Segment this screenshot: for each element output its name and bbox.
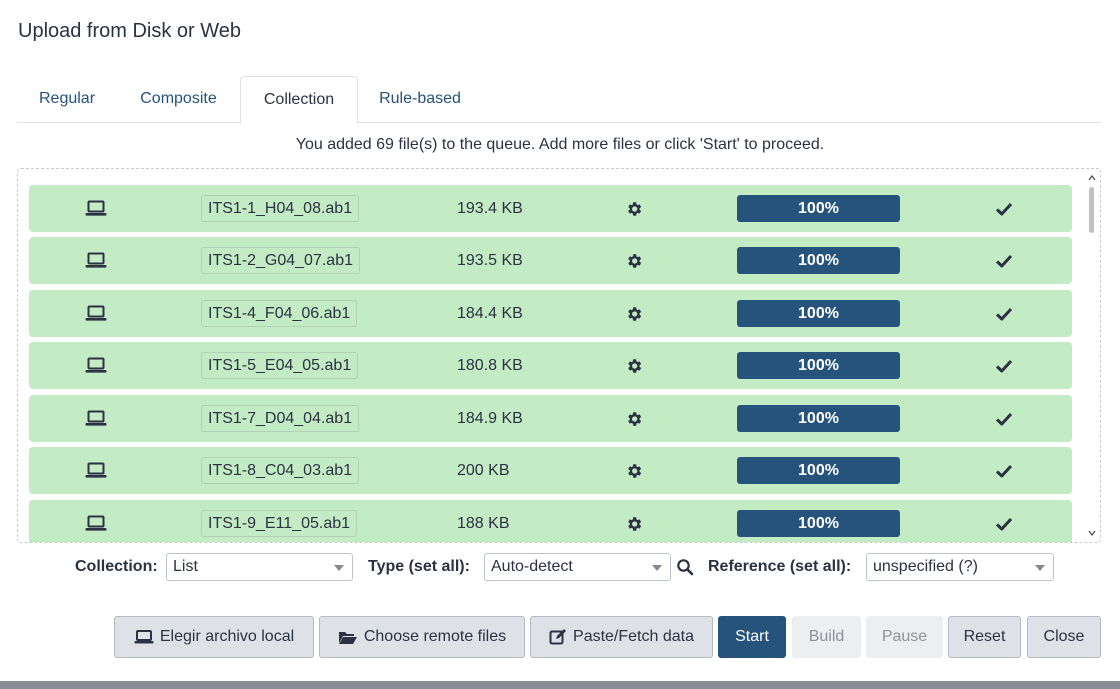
queue-row: ITS1-4_F04_06.ab1 184.4 KB 100% bbox=[29, 290, 1072, 337]
laptop-icon bbox=[134, 629, 154, 645]
queue-row: ITS1-1_H04_08.ab1 193.4 KB 100% bbox=[29, 185, 1072, 232]
progress-label: 100% bbox=[798, 462, 839, 479]
paste-fetch-label: Paste/Fetch data bbox=[573, 628, 694, 645]
progress-label: 100% bbox=[798, 305, 839, 322]
gear-icon[interactable] bbox=[623, 395, 645, 442]
gear-icon[interactable] bbox=[623, 237, 645, 284]
progress-label: 100% bbox=[798, 357, 839, 374]
laptop-icon bbox=[84, 290, 108, 337]
file-size: 184.9 KB bbox=[457, 409, 523, 427]
choose-remote-files-button[interactable]: Choose remote files bbox=[319, 616, 525, 658]
check-icon bbox=[992, 500, 1016, 542]
file-name-field[interactable]: ITS1-7_D04_04.ab1 bbox=[201, 405, 360, 432]
upload-progress-bar: 100% bbox=[737, 457, 900, 484]
folder-open-icon bbox=[338, 629, 358, 645]
reference-select[interactable]: unspecified (?) bbox=[866, 553, 1054, 581]
choose-local-file-label: Elegir archivo local bbox=[159, 628, 295, 645]
chevron-down-icon bbox=[652, 565, 662, 571]
progress-label: 100% bbox=[798, 515, 839, 532]
tab-rule-based[interactable]: Rule-based bbox=[365, 76, 475, 123]
gear-icon[interactable] bbox=[623, 500, 645, 542]
collection-label: Collection: bbox=[75, 558, 158, 575]
paste-fetch-button[interactable]: Paste/Fetch data bbox=[530, 616, 713, 658]
search-icon[interactable] bbox=[676, 558, 694, 576]
file-size: 184.4 KB bbox=[457, 304, 523, 322]
file-name-field[interactable]: ITS1-1_H04_08.ab1 bbox=[201, 195, 360, 222]
build-button[interactable]: Build bbox=[792, 616, 861, 658]
queue-row: ITS1-5_E04_05.ab1 180.8 KB 100% bbox=[29, 342, 1072, 389]
check-icon bbox=[992, 447, 1016, 494]
laptop-icon bbox=[84, 395, 108, 442]
progress-label: 100% bbox=[798, 410, 839, 427]
queue-scrollbar[interactable] bbox=[1084, 169, 1100, 542]
file-name-field[interactable]: ITS1-2_G04_07.ab1 bbox=[201, 247, 360, 274]
reference-label: Reference (set all): bbox=[708, 558, 852, 575]
upload-progress-bar: 100% bbox=[737, 405, 900, 432]
reference-value: unspecified (?) bbox=[873, 558, 978, 575]
scroll-thumb[interactable] bbox=[1089, 187, 1094, 233]
progress-label: 100% bbox=[798, 252, 839, 269]
check-icon bbox=[992, 342, 1016, 389]
upload-progress-bar: 100% bbox=[737, 352, 900, 379]
file-name-field[interactable]: ITS1-4_F04_06.ab1 bbox=[201, 300, 358, 327]
reset-button[interactable]: Reset bbox=[948, 616, 1021, 658]
queue-row: ITS1-7_D04_04.ab1 184.9 KB 100% bbox=[29, 395, 1072, 442]
laptop-icon bbox=[84, 447, 108, 494]
collection-type-value: List bbox=[173, 558, 198, 575]
choose-local-file-button[interactable]: Elegir archivo local bbox=[114, 616, 314, 658]
file-size: 180.8 KB bbox=[457, 356, 523, 374]
upload-tabs: Regular Composite Collection Rule-based bbox=[17, 76, 1101, 124]
chevron-down-icon bbox=[1035, 565, 1045, 571]
start-button[interactable]: Start bbox=[718, 616, 786, 658]
close-button[interactable]: Close bbox=[1027, 616, 1101, 658]
dialog-footer: Elegir archivo local Choose remote files… bbox=[0, 616, 1120, 658]
upload-progress-bar: 100% bbox=[737, 195, 900, 222]
scroll-up-icon[interactable] bbox=[1087, 173, 1097, 183]
pause-button[interactable]: Pause bbox=[866, 616, 943, 658]
laptop-icon bbox=[84, 342, 108, 389]
laptop-icon bbox=[84, 185, 108, 232]
type-label: Type (set all): bbox=[368, 558, 470, 575]
collection-type-select[interactable]: List bbox=[166, 553, 353, 581]
type-value: Auto-detect bbox=[491, 558, 573, 575]
backdrop-strip bbox=[0, 681, 1120, 689]
file-size: 200 KB bbox=[457, 461, 510, 479]
queue-helper-text: You added 69 file(s) to the queue. Add m… bbox=[295, 136, 825, 153]
tab-collection[interactable]: Collection bbox=[240, 76, 358, 124]
file-name-field[interactable]: ITS1-9_E11_05.ab1 bbox=[201, 510, 358, 537]
upload-progress-bar: 100% bbox=[737, 300, 900, 327]
chevron-down-icon bbox=[334, 565, 344, 571]
file-size: 193.4 KB bbox=[457, 199, 523, 217]
collection-options: Collection: List Type (set all): Auto-de… bbox=[0, 553, 1120, 581]
laptop-icon bbox=[84, 500, 108, 542]
queue-row: ITS1-2_G04_07.ab1 193.5 KB 100% bbox=[29, 237, 1072, 284]
gear-icon[interactable] bbox=[623, 290, 645, 337]
gear-icon[interactable] bbox=[623, 447, 645, 494]
upload-progress-bar: 100% bbox=[737, 247, 900, 274]
check-icon bbox=[992, 290, 1016, 337]
scroll-down-icon[interactable] bbox=[1087, 528, 1097, 538]
file-name-field[interactable]: ITS1-8_C04_03.ab1 bbox=[201, 457, 360, 484]
check-icon bbox=[992, 395, 1016, 442]
upload-dialog: Upload from Disk or Web Regular Composit… bbox=[0, 0, 1120, 681]
type-select[interactable]: Auto-detect bbox=[484, 553, 671, 581]
file-size: 193.5 KB bbox=[457, 251, 523, 269]
choose-remote-files-label: Choose remote files bbox=[363, 628, 507, 645]
queue-row: ITS1-9_E11_05.ab1 188 KB 100% bbox=[29, 500, 1072, 542]
tab-composite[interactable]: Composite bbox=[124, 76, 233, 123]
dialog-title: Upload from Disk or Web bbox=[18, 20, 242, 42]
progress-label: 100% bbox=[798, 200, 839, 217]
edit-icon bbox=[549, 628, 567, 646]
laptop-icon bbox=[84, 237, 108, 284]
check-icon bbox=[992, 185, 1016, 232]
gear-icon[interactable] bbox=[623, 185, 645, 232]
tab-regular[interactable]: Regular bbox=[17, 76, 117, 123]
upload-queue: ITS1-1_H04_08.ab1 193.4 KB 100% ITS1-2_G… bbox=[17, 168, 1101, 543]
upload-progress-bar: 100% bbox=[737, 510, 900, 537]
file-size: 188 KB bbox=[457, 514, 510, 532]
file-name-field[interactable]: ITS1-5_E04_05.ab1 bbox=[201, 352, 359, 379]
gear-icon[interactable] bbox=[623, 342, 645, 389]
check-icon bbox=[992, 237, 1016, 284]
queue-row: ITS1-8_C04_03.ab1 200 KB 100% bbox=[29, 447, 1072, 494]
